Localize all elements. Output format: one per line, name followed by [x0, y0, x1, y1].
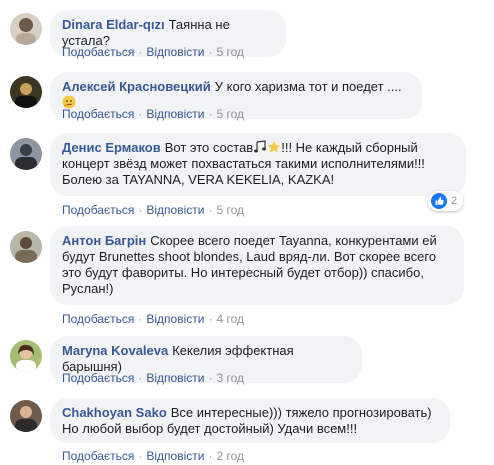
reply-button[interactable]: Відповісти: [146, 45, 204, 59]
comment-actions: Подобається · Відповісти · 5 год: [62, 202, 244, 218]
comment-author[interactable]: Антон Багрін: [62, 233, 146, 248]
like-button[interactable]: Подобається: [62, 107, 134, 121]
like-button[interactable]: Подобається: [62, 449, 134, 463]
separator: ·: [208, 203, 213, 217]
avatar[interactable]: [10, 13, 42, 45]
avatar[interactable]: [10, 76, 42, 108]
reply-button[interactable]: Відповісти: [146, 371, 204, 385]
like-button[interactable]: Подобається: [62, 203, 134, 217]
comment-time[interactable]: 3 год: [216, 371, 244, 385]
avatar[interactable]: [10, 231, 42, 263]
separator: ·: [138, 312, 143, 326]
comment-time[interactable]: 5 год: [216, 107, 244, 121]
reply-button[interactable]: Відповісти: [146, 449, 204, 463]
comment-bubble: Chakhoyan Sako Все интересные))) тяжело п…: [50, 398, 450, 443]
separator: ·: [208, 45, 213, 59]
comment-actions: Подобається · Відповісти · 5 год: [62, 44, 244, 60]
comment-time[interactable]: 2 год: [216, 449, 244, 463]
comment-time[interactable]: 5 год: [216, 203, 244, 217]
comment-text: У кого харизма тот и поедет ....: [214, 79, 402, 94]
avatar[interactable]: [10, 138, 42, 170]
separator: ·: [138, 449, 143, 463]
comment-author[interactable]: Maryna Kovaleva: [62, 343, 168, 358]
reaction-count: 2: [451, 195, 458, 207]
avatar[interactable]: [10, 340, 42, 372]
separator: ·: [208, 449, 213, 463]
comment-time[interactable]: 5 год: [216, 45, 244, 59]
separator: ·: [138, 107, 143, 121]
comment-author[interactable]: Денис Ермаков: [62, 140, 161, 155]
comment-text: Вот это состав: [164, 140, 254, 155]
comment-actions: Подобається · Відповісти · 5 год: [62, 106, 244, 122]
separator: ·: [208, 371, 213, 385]
reply-button[interactable]: Відповісти: [146, 203, 204, 217]
separator: ·: [138, 45, 143, 59]
comment-time[interactable]: 4 год: [216, 312, 244, 326]
like-button[interactable]: Подобається: [62, 45, 134, 59]
like-reaction-icon: [431, 193, 447, 209]
avatar[interactable]: [10, 400, 42, 432]
comment-author[interactable]: Алексей Красновецкий: [62, 79, 211, 94]
separator: ·: [208, 312, 213, 326]
comment-actions: Подобається · Відповісти · 2 год: [62, 448, 244, 464]
comment-author[interactable]: Chakhoyan Sako: [62, 405, 167, 420]
reply-button[interactable]: Відповісти: [146, 312, 204, 326]
separator: ·: [138, 203, 143, 217]
separator: ·: [138, 371, 143, 385]
musical-notes-icon: [253, 140, 267, 154]
comment-bubble: Денис Ермаков Вот это состав!!! Не каждый…: [50, 133, 466, 196]
comment-author[interactable]: Dinara Eldar-qızı: [62, 17, 165, 32]
star-icon: [267, 140, 281, 154]
like-button[interactable]: Подобається: [62, 371, 134, 385]
comment-bubble: Антон Багрін Скорее всего поедет Tayanna,…: [50, 226, 464, 305]
reply-button[interactable]: Відповісти: [146, 107, 204, 121]
like-button[interactable]: Подобається: [62, 312, 134, 326]
reaction-badge[interactable]: 2: [428, 191, 464, 211]
comment-actions: Подобається · Відповісти · 4 год: [62, 311, 244, 327]
comment-actions: Подобається · Відповісти · 3 год: [62, 370, 244, 386]
separator: ·: [208, 107, 213, 121]
